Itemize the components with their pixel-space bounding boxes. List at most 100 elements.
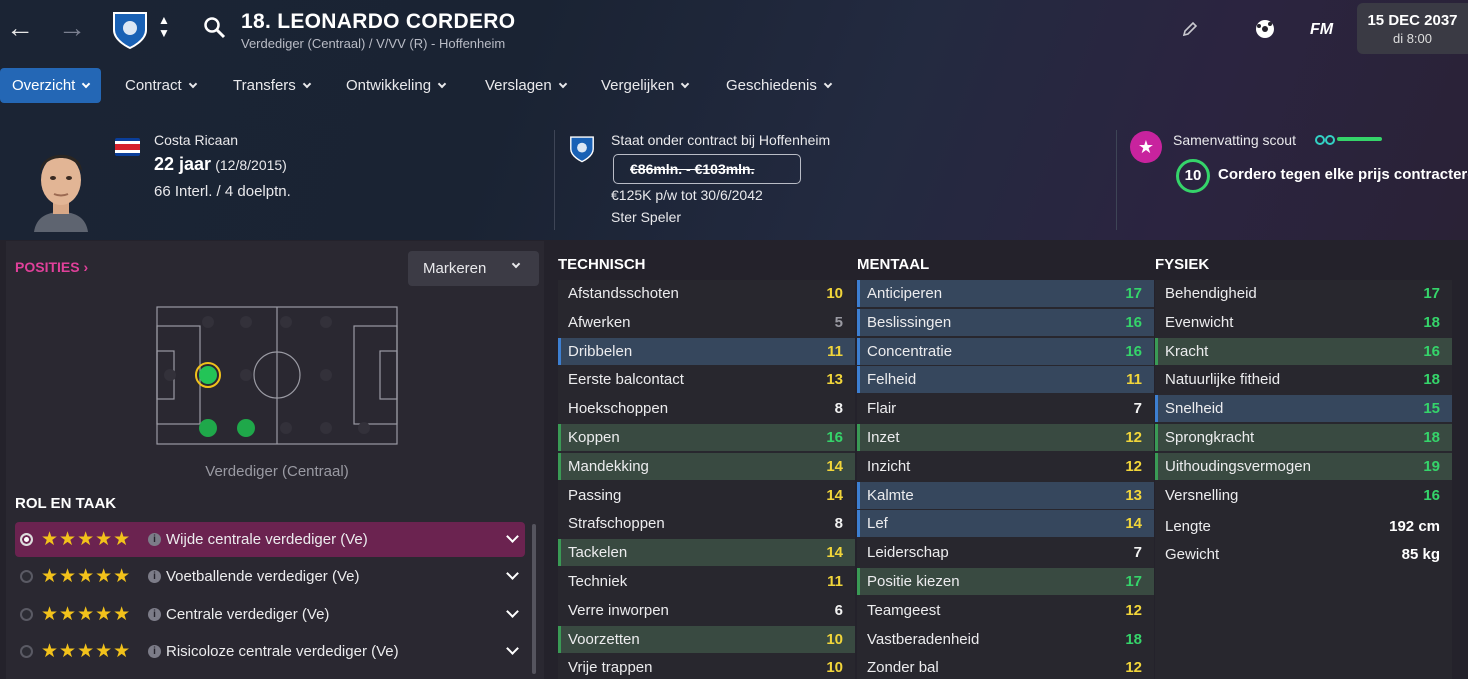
attribute-value: 10 [826, 659, 843, 677]
game-time: di 8:00 [1392, 31, 1433, 46]
roles-scrollbar[interactable] [532, 524, 536, 674]
technical-attribute-row[interactable]: Techniek 11 [558, 568, 855, 595]
attribute-value: 16 [1125, 313, 1142, 331]
ball-icon[interactable] [1254, 18, 1276, 44]
attribute-value: 12 [1125, 457, 1142, 475]
tab-geschiedenis[interactable]: Geschiedenis [726, 68, 833, 103]
technical-attribute-row[interactable]: Hoekschoppen 8 [558, 395, 855, 422]
role-radio[interactable] [20, 533, 33, 546]
role-row[interactable]: ★★★★★ i Voetballende verdediger (Ve) [15, 559, 525, 594]
chevron-down-icon[interactable] [506, 605, 519, 618]
tab-ontwikkeling[interactable]: Ontwikkeling [346, 68, 447, 103]
back-arrow-icon[interactable]: ← [6, 14, 34, 42]
roles-title: ROL EN TAAK [15, 495, 117, 512]
info-icon[interactable]: i [148, 533, 161, 546]
game-date: 15 DEC 2037 [1367, 12, 1458, 29]
attribute-name: Teamgeest [867, 601, 941, 619]
club-crest-icon[interactable] [112, 10, 148, 50]
scout-confidence-bar [1337, 137, 1382, 141]
attribute-name: Positie kiezen [867, 573, 960, 590]
attribute-name: Hoekschoppen [568, 400, 669, 418]
attribute-name: Mandekking [568, 457, 649, 475]
physical-attribute-row[interactable]: Uithoudingsvermogen 19 [1155, 452, 1452, 480]
chevron-down-icon[interactable] [506, 530, 519, 543]
technical-attribute-row[interactable]: Eerste balcontact 13 [558, 366, 855, 393]
age: 22 jaar [154, 154, 212, 174]
tab-label: Verslagen [485, 77, 552, 94]
technical-attribute-row[interactable]: Strafschoppen 8 [558, 510, 855, 537]
technical-attribute-row[interactable]: Tackelen 14 [558, 539, 855, 567]
physical-attribute-row[interactable]: Versnelling 16 [1155, 482, 1452, 509]
attribute-value: 17 [1125, 285, 1142, 302]
tab-verslagen[interactable]: Verslagen [485, 68, 567, 103]
info-icon[interactable]: i [148, 608, 161, 621]
mental-attribute-row[interactable]: Zonder bal 12 [857, 654, 1154, 679]
technical-attribute-row[interactable]: Afstandsschoten 10 [558, 280, 855, 307]
tab-vergelijken[interactable]: Vergelijken [601, 68, 690, 103]
mental-attribute-row[interactable]: Felheid 11 [857, 366, 1154, 394]
mental-attribute-row[interactable]: Concentratie 16 [857, 337, 1154, 365]
attribute-value: 16 [1125, 342, 1142, 360]
attribute-value: 11 [827, 573, 843, 590]
physical-attribute-row[interactable]: Evenwicht 18 [1155, 309, 1452, 336]
transfer-value[interactable]: €86mln. - €103mln. [613, 154, 801, 184]
attribute-value: 11 [827, 342, 843, 360]
physical-attribute-row[interactable]: Snelheid 15 [1155, 395, 1452, 423]
chevron-down-icon[interactable] [506, 567, 519, 580]
role-radio[interactable] [20, 645, 33, 658]
positions-link[interactable]: POSITIES › [15, 259, 88, 275]
technical-attribute-row[interactable]: Afwerken 5 [558, 309, 855, 336]
attribute-value: 15 [1423, 400, 1440, 418]
technical-attribute-row[interactable]: Dribbelen 11 [558, 337, 855, 365]
club-switch-icon[interactable]: ▲ ▼ [158, 14, 170, 40]
game-date-box[interactable]: 15 DEC 2037 di 8:00 [1357, 3, 1468, 54]
technical-attribute-row[interactable]: Passing 14 [558, 482, 855, 509]
technical-attribute-row[interactable]: Vrije trappen 10 [558, 654, 855, 679]
mental-attribute-row[interactable]: Inzet 12 [857, 424, 1154, 451]
mental-attribute-row[interactable]: Beslissingen 16 [857, 308, 1154, 336]
role-radio[interactable] [20, 570, 33, 583]
fm-logo[interactable]: FM [1310, 21, 1333, 39]
technical-attribute-row[interactable]: Koppen 16 [558, 424, 855, 451]
attribute-name: Sprongkracht [1165, 429, 1255, 446]
edit-icon[interactable] [1182, 21, 1198, 41]
attribute-value: 18 [1125, 630, 1142, 648]
mental-attribute-row[interactable]: Leiderschap 7 [857, 539, 1154, 566]
mark-button[interactable]: Markeren [408, 251, 539, 286]
search-icon[interactable] [203, 16, 227, 44]
mental-attribute-row[interactable]: Inzicht 12 [857, 453, 1154, 480]
positions-title: POSITIES [15, 259, 80, 275]
attribute-value: 8 [834, 400, 843, 418]
chevron-down-icon[interactable] [506, 642, 519, 655]
tab-label: Geschiedenis [726, 77, 817, 94]
role-radio[interactable] [20, 608, 33, 621]
mental-attribute-row[interactable]: Lef 14 [857, 510, 1154, 538]
technical-attribute-row[interactable]: Voorzetten 10 [558, 625, 855, 653]
technical-attribute-row[interactable]: Mandekking 14 [558, 452, 855, 480]
role-row[interactable]: ★★★★★ i Centrale verdediger (Ve) [15, 597, 525, 632]
physical-attribute-row[interactable]: Behendigheid 17 [1155, 280, 1452, 307]
mental-attribute-row[interactable]: Flair 7 [857, 395, 1154, 422]
mental-attribute-row[interactable]: Positie kiezen 17 [857, 568, 1154, 595]
forward-arrow-icon[interactable]: → [58, 14, 86, 42]
mental-attribute-row[interactable]: Kalmte 13 [857, 481, 1154, 509]
role-row[interactable]: ★★★★★ i Risicoloze centrale verdediger (… [15, 634, 525, 669]
pitch [156, 306, 398, 445]
physical-attribute-row[interactable]: Natuurlijke fitheid 18 [1155, 366, 1452, 393]
mental-attribute-row[interactable]: Vastberadenheid 18 [857, 626, 1154, 653]
tab-overzicht[interactable]: Overzicht [0, 68, 102, 103]
tab-contract[interactable]: Contract [125, 68, 197, 103]
mental-attribute-row[interactable]: Anticiperen 17 [857, 280, 1154, 307]
role-row[interactable]: ★★★★★ i Wijde centrale verdediger (Ve) [15, 522, 525, 557]
tab-transfers[interactable]: Transfers [233, 68, 312, 103]
physical-attribute-row[interactable]: Kracht 16 [1155, 337, 1452, 365]
mental-attribute-row[interactable]: Teamgeest 12 [857, 597, 1154, 624]
attribute-name: Evenwicht [1165, 313, 1234, 331]
chevron-down-icon [302, 79, 312, 89]
attribute-value: 17 [1423, 285, 1440, 302]
tab-label: Overzicht [12, 77, 76, 94]
technical-attribute-row[interactable]: Verre inworpen 6 [558, 597, 855, 624]
info-icon[interactable]: i [148, 570, 161, 583]
info-icon[interactable]: i [148, 645, 161, 658]
physical-attribute-row[interactable]: Sprongkracht 18 [1155, 424, 1452, 451]
